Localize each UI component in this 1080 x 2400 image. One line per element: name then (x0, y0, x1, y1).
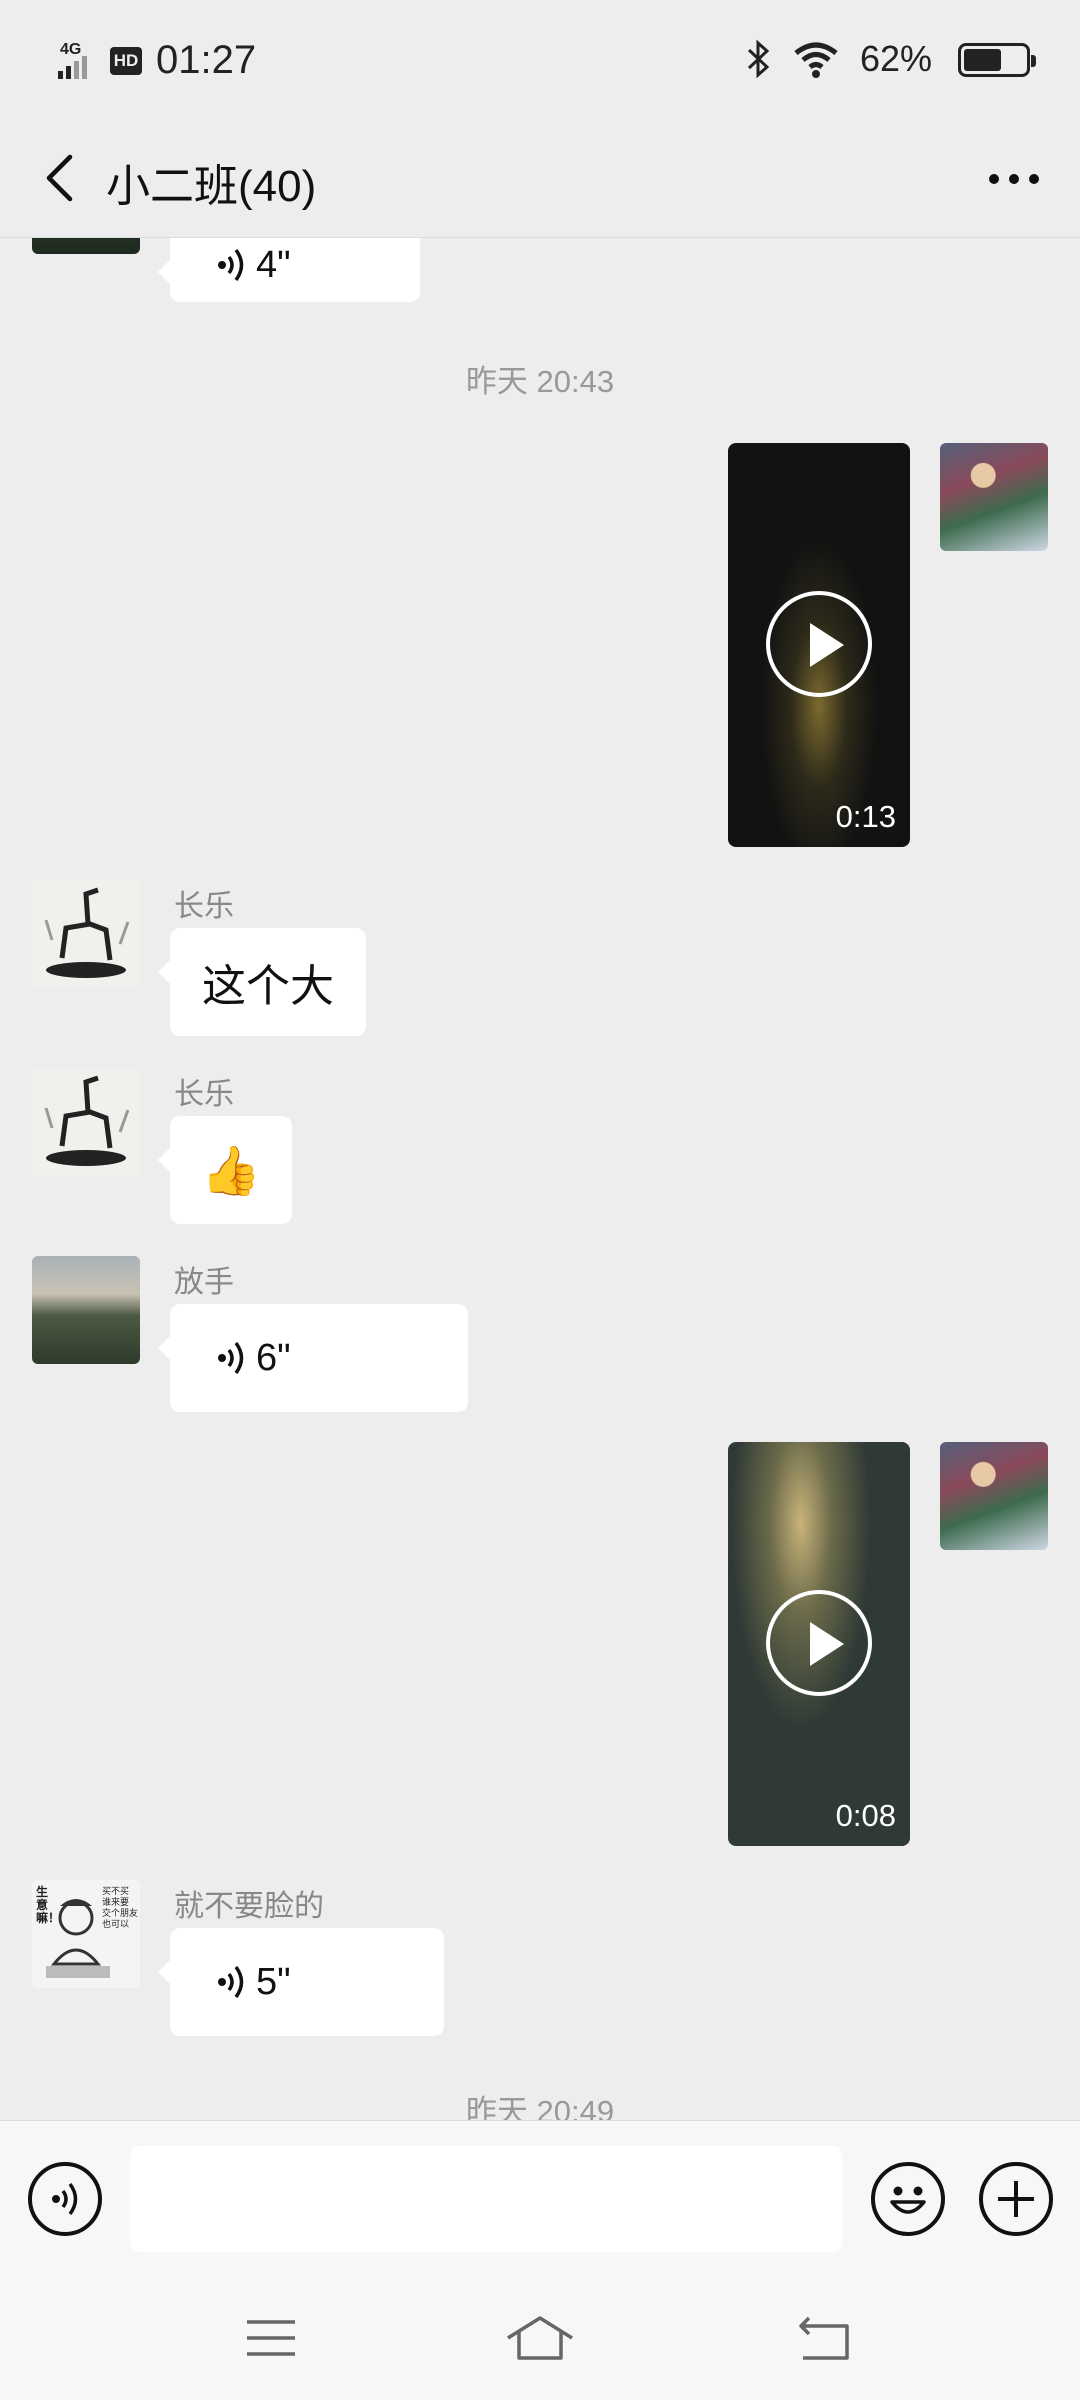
plus-button[interactable] (979, 2162, 1053, 2236)
message-input[interactable] (130, 2146, 842, 2252)
avatar[interactable]: 生意嘛！ 买不买 谁来要 交个朋友 也可以 (32, 1880, 140, 1988)
hd-icon: HD (110, 46, 142, 75)
input-bar (0, 2120, 1080, 2280)
avatar-illustration (44, 887, 130, 978)
voice-wave-icon (218, 1965, 244, 1999)
more-dots-icon (989, 174, 1039, 184)
text-message[interactable]: 这个大 (158, 928, 366, 1036)
sender-name: 长乐 (174, 890, 234, 923)
avatar-illustration (44, 1075, 130, 1166)
my-avatar[interactable] (940, 1442, 1048, 1550)
back-button[interactable] (34, 148, 84, 208)
status-time: 01:27 (156, 38, 257, 82)
voice-input-button[interactable] (28, 2162, 102, 2236)
voice-duration: 6" (256, 1336, 291, 1379)
chat-title[interactable]: 小二班(40) (106, 150, 316, 214)
battery-percent: 62% (859, 38, 932, 79)
voice-duration: 5" (256, 1960, 291, 2003)
sender-name: 长乐 (174, 1078, 234, 1111)
more-button[interactable] (984, 154, 1044, 204)
timestamp: 昨天 20:49 (465, 2094, 615, 2120)
thumbs-up-icon: 👍 (201, 1144, 261, 1198)
play-icon[interactable] (766, 591, 872, 697)
avatar[interactable] (32, 1256, 140, 1364)
sender-name: 就不要脸的 (174, 1890, 324, 1923)
avatar[interactable] (32, 238, 140, 254)
voice-message[interactable]: 4" (158, 238, 420, 302)
message-text: 这个大 (202, 962, 334, 1011)
system-nav-bar (0, 2280, 1080, 2400)
emoji-message[interactable]: 👍 (158, 1116, 292, 1224)
chat-header: 小二班(40) (0, 120, 1080, 238)
menu-lines-icon (247, 2320, 295, 2356)
status-right: 62% (746, 38, 932, 80)
chat-list[interactable]: 4" 昨天 20:43 0:13 长乐 这个大 长乐 👍 放手 6" 0:08 … (0, 238, 1080, 2120)
video-message[interactable]: 0:08 (728, 1442, 910, 1846)
video-duration: 0:08 (835, 1798, 896, 1833)
chevron-left-icon (46, 154, 73, 202)
recent-apps-button[interactable] (236, 2308, 306, 2368)
voice-duration: 4" (256, 243, 291, 286)
home-icon (507, 2316, 573, 2360)
video-duration: 0:13 (835, 799, 896, 834)
battery-icon (958, 43, 1036, 77)
voice-wave-icon (218, 248, 244, 282)
voice-wave-icon (52, 2182, 78, 2216)
my-avatar[interactable] (940, 443, 1048, 551)
voice-message[interactable]: 6" (158, 1304, 468, 1412)
home-button[interactable] (505, 2308, 575, 2368)
bluetooth-icon (747, 39, 770, 79)
play-icon[interactable] (766, 1590, 872, 1696)
signal-icon: 4G (56, 41, 100, 81)
back-nav-button[interactable] (790, 2308, 860, 2368)
timestamp: 昨天 20:43 (465, 364, 615, 399)
battery-fill (964, 49, 1001, 71)
avatar[interactable] (32, 880, 140, 988)
wifi-icon (794, 42, 838, 78)
voice-wave-icon (218, 1341, 244, 1375)
sender-name: 放手 (174, 1266, 234, 1299)
smiley-icon (890, 2186, 926, 2214)
avatar[interactable] (32, 1068, 140, 1176)
back-arrow-icon (799, 2316, 849, 2360)
voice-message[interactable]: 5" (158, 1928, 444, 2036)
avatar-text-right: 买不买 谁来要 交个朋友 也可以 (102, 1886, 139, 1929)
status-left: 4G HD 01:27 (56, 38, 256, 83)
status-bar: 4G HD 01:27 62% (0, 0, 1080, 120)
video-message[interactable]: 0:13 (728, 443, 910, 847)
emoji-button[interactable] (871, 2162, 945, 2236)
plus-icon (998, 2181, 1034, 2217)
